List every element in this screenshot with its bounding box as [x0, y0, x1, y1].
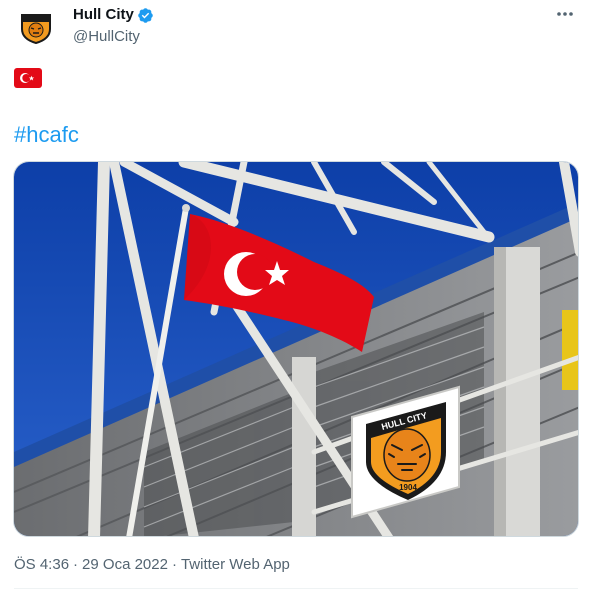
hashtag-link[interactable]: #hcafc	[14, 122, 79, 148]
more-dots-icon	[557, 12, 573, 16]
author-name-row[interactable]: Hull City	[73, 5, 154, 25]
turkish-flag-emoji-icon	[14, 68, 42, 88]
crest-year: 1904	[399, 483, 417, 492]
divider	[14, 588, 578, 589]
author-avatar[interactable]	[14, 6, 58, 50]
author-name[interactable]: Hull City	[73, 5, 134, 25]
author-handle[interactable]: @HullCity	[73, 27, 154, 47]
hull-city-crest-icon	[21, 14, 51, 45]
tweet-meta: ÖS 4:36 · 29 Oca 2022 · Twitter Web App	[14, 555, 290, 575]
tweet-author: Hull City @HullCity	[73, 5, 154, 47]
tweet-time-link[interactable]: ÖS 4:36	[14, 556, 69, 573]
meta-separator: ·	[73, 556, 79, 573]
tweet-date-link[interactable]: 29 Oca 2022	[82, 556, 168, 573]
tweet-photo[interactable]: HULL CITY 1904	[13, 161, 579, 537]
tweet-source-link[interactable]: Twitter Web App	[181, 556, 290, 573]
meta-separator: ·	[171, 556, 177, 573]
stadium-flag-photo: HULL CITY 1904	[14, 162, 578, 536]
more-options-button[interactable]	[552, 4, 578, 24]
verified-badge-icon	[138, 7, 153, 23]
